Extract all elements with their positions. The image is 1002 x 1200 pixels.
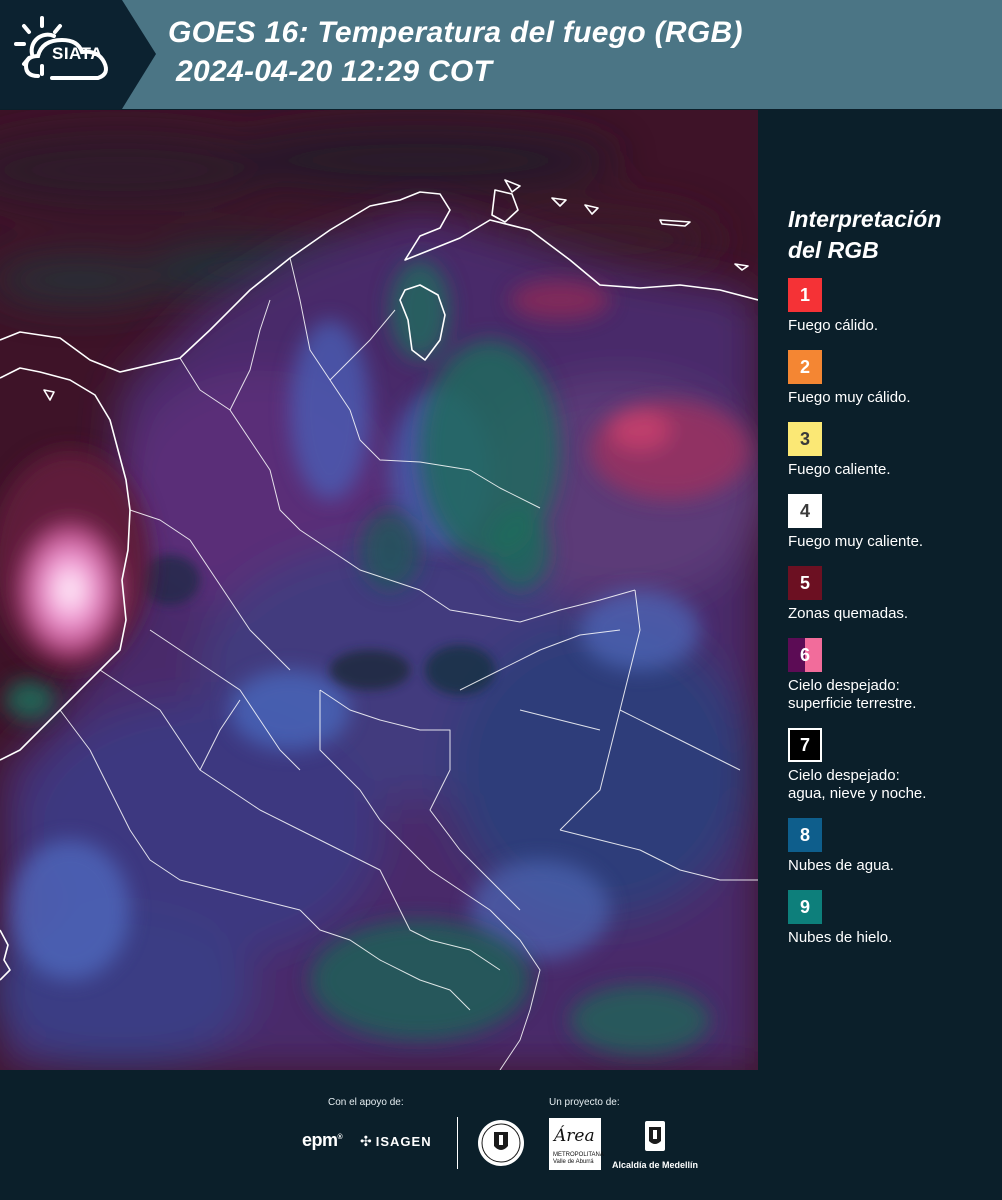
rgb-legend: Interpretación del RGB 1 Fuego cálido. 2… — [788, 204, 993, 962]
legend-swatch-2: 2 — [788, 350, 822, 384]
isagen-star-icon: ✣ — [360, 1133, 373, 1149]
medellin-seal-icon[interactable] — [476, 1118, 526, 1168]
legend-label-6: Cielo despejado: superficie terrestre. — [788, 677, 917, 712]
legend-label-2: Fuego muy cálido. — [788, 389, 911, 406]
legend-label-3: Fuego caliente. — [788, 461, 891, 478]
legend-item-5: 5 Zonas quemadas. — [788, 566, 993, 638]
legend-item-8: 8 Nubes de agua. — [788, 818, 993, 890]
support-label: Con el apoyo de: — [328, 1097, 404, 1108]
legend-swatch-1: 1 — [788, 278, 822, 312]
legend-swatch-5: 5 — [788, 566, 822, 600]
legend-label-1: Fuego cálido. — [788, 317, 879, 334]
page-title: GOES 16: Temperatura del fuego (RGB) — [168, 16, 743, 49]
legend-item-7: 7 Cielo despejado: agua, nieve y noche. — [788, 728, 993, 818]
legend-swatch-3: 3 — [788, 422, 822, 456]
timestamp-title: 2024-04-20 12:29 COT — [176, 55, 493, 88]
legend-title: Interpretación del RGB — [788, 206, 942, 263]
legend-swatch-7: 7 — [788, 728, 822, 762]
legend-swatch-9: 9 — [788, 890, 822, 924]
siata-wordmark: SIATA — [52, 44, 103, 63]
legend-swatch-6: 6 — [788, 638, 822, 672]
legend-item-4: 4 Fuego muy caliente. — [788, 494, 993, 566]
project-label: Un proyecto de: — [549, 1097, 620, 1108]
satellite-map[interactable] — [0, 110, 758, 1070]
alcaldia-label[interactable]: Alcaldía de Medellín — [612, 1160, 698, 1170]
alcaldia-shield-icon — [645, 1121, 665, 1151]
isagen-logo[interactable]: ✣ ISAGEN — [360, 1133, 432, 1150]
legend-item-2: 2 Fuego muy cálido. — [788, 350, 993, 422]
legend-label-4: Fuego muy caliente. — [788, 533, 924, 550]
legend-item-1: 1 Fuego cálido. — [788, 278, 993, 350]
legend-item-6: 6 Cielo despejado: superficie terrestre. — [788, 638, 993, 728]
legend-label-8: Nubes de agua. — [788, 857, 894, 874]
legend-item-9: 9 Nubes de hielo. — [788, 890, 993, 962]
legend-label-9: Nubes de hielo. — [788, 929, 893, 946]
footer-divider — [457, 1117, 458, 1169]
area-metropolitana-logo[interactable]: Área METROPOLITANA Valle de Aburrá — [549, 1118, 604, 1170]
legend-swatch-8: 8 — [788, 818, 822, 852]
legend-label-7: Cielo despejado: agua, nieve y noche. — [788, 767, 927, 802]
legend-label-5: Zonas quemadas. — [788, 605, 909, 622]
legend-swatch-4: 4 — [788, 494, 822, 528]
epm-logo[interactable]: epm® — [302, 1130, 343, 1151]
fire-temperature-rgb-image — [0, 110, 758, 1070]
legend-item-3: 3 Fuego caliente. — [788, 422, 993, 494]
